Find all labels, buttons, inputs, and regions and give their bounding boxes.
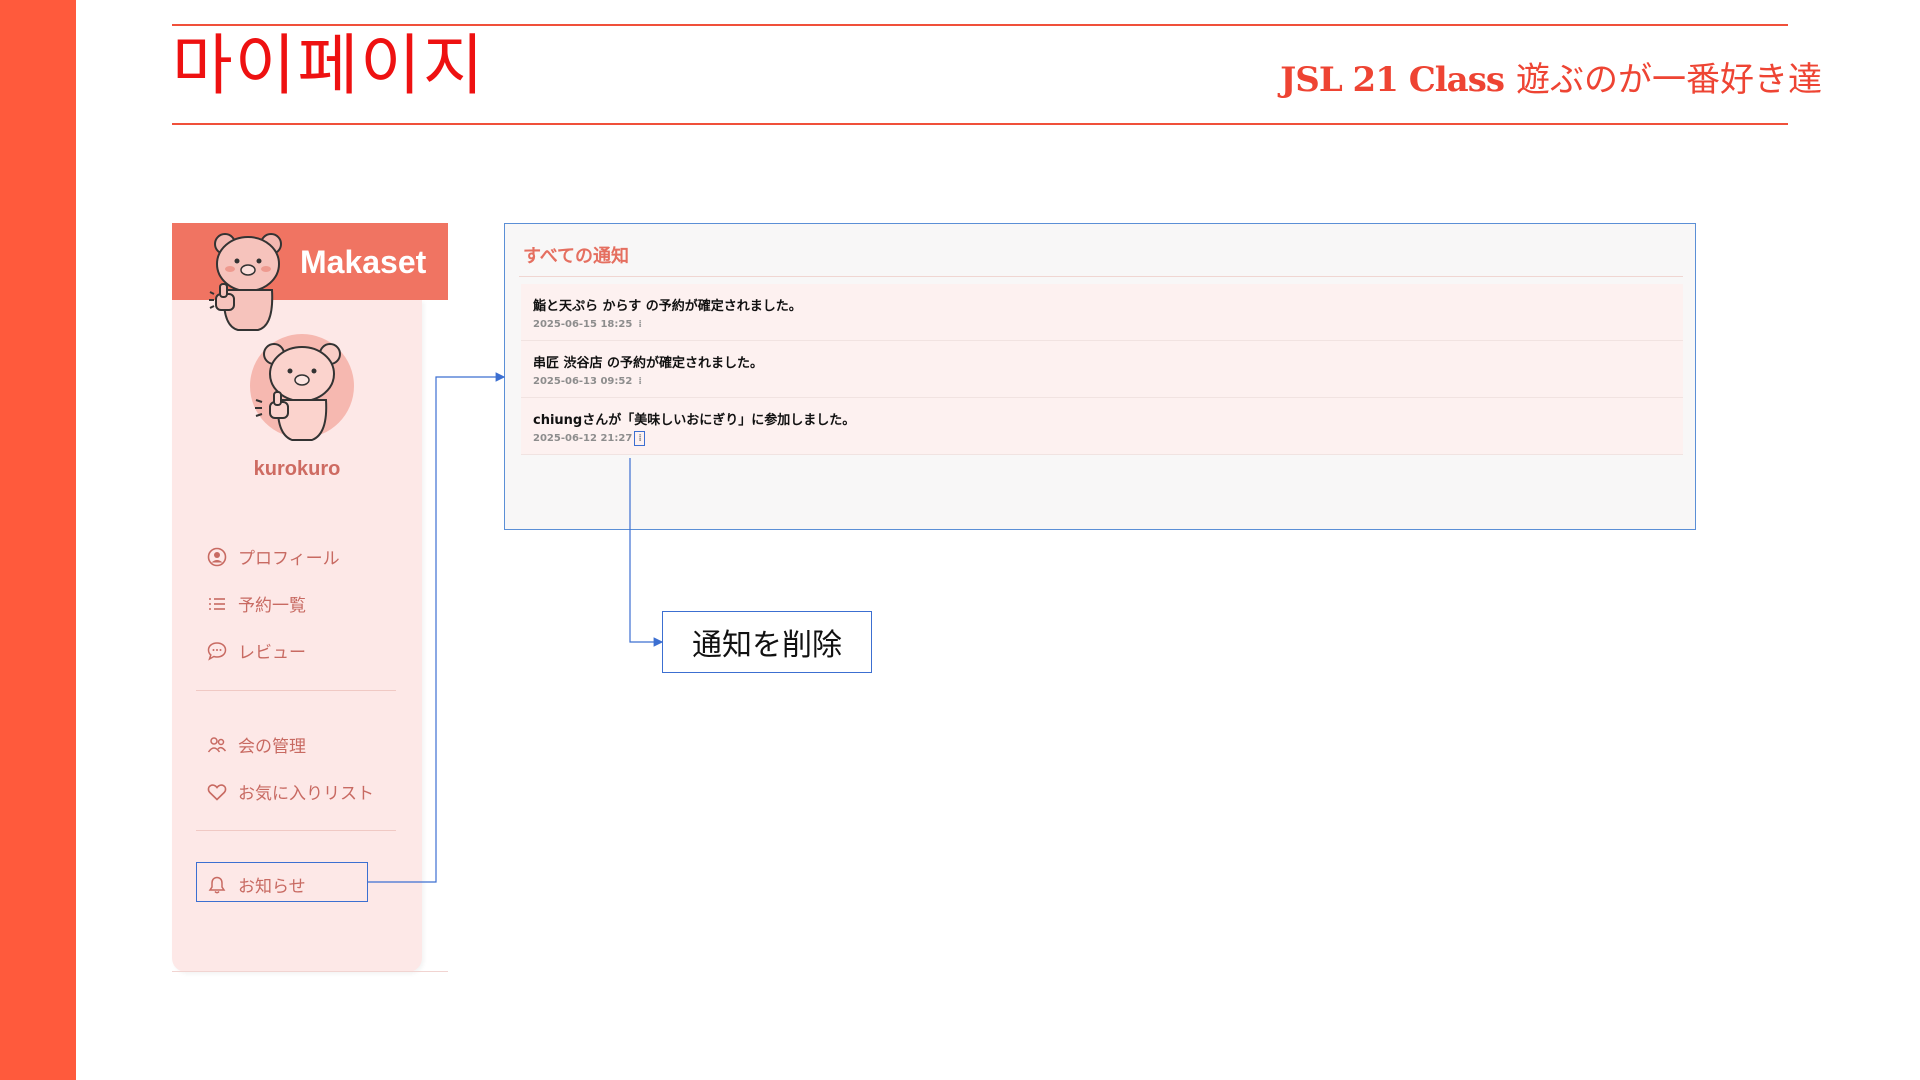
page-title: 마이페이지 <box>172 27 486 104</box>
class-subtitle: 遊ぶのが一番好き達 <box>1516 60 1822 100</box>
menu-item-notifications[interactable]: お知らせ <box>206 872 306 897</box>
notification-item[interactable]: chiungさんが「美味しいおにぎり」に参加しました。 2025-06-12 2… <box>521 398 1683 455</box>
username: kurokuro <box>253 458 341 480</box>
menu-divider <box>196 830 396 831</box>
class-name: JSL 21 Class <box>1280 60 1505 100</box>
heart-icon <box>206 781 228 803</box>
menu-item-label: お知らせ <box>238 877 306 897</box>
notifications-title: すべての通知 <box>523 246 630 267</box>
menu-item-label: 予約一覧 <box>238 596 306 616</box>
menu-item-profile[interactable]: プロフィール <box>206 544 340 569</box>
notifications-list: 鮨と天ぷら からす の予約が確定されました。 2025-06-15 18:25 … <box>521 284 1683 455</box>
menu-item-label: プロフィール <box>238 549 340 569</box>
notification-time-row: 2025-06-13 09:52 ⁞ <box>533 376 1671 387</box>
notification-time: 2025-06-12 21:27 <box>533 433 633 444</box>
menu-item-reviews[interactable]: レビュー <box>206 638 306 663</box>
notification-time-row: 2025-06-15 18:25 ⁞ <box>533 319 1671 330</box>
kebab-menu-icon[interactable]: ⁞ <box>636 376 643 387</box>
menu-item-label: 会の管理 <box>238 737 306 757</box>
class-title: JSL 21 Class 遊ぶのが一番好き達 <box>1280 52 1822 101</box>
kebab-menu-icon[interactable]: ⁞ <box>636 319 643 330</box>
notification-message: chiungさんが「美味しいおにぎり」に参加しました。 <box>533 413 856 428</box>
menu-item-label: お気に入りリスト <box>238 784 374 804</box>
notification-time: 2025-06-13 09:52 <box>533 376 633 387</box>
brand-name[interactable]: Makaset <box>300 244 426 281</box>
menu-item-label: レビュー <box>238 643 306 663</box>
notification-message: 鮨と天ぷら からす の予約が確定されました。 <box>533 299 802 314</box>
delete-menu-icon[interactable]: ⁞ <box>634 431 646 446</box>
bell-icon <box>206 874 228 896</box>
header-bottom-rule <box>172 123 1788 125</box>
delete-notification-callout: 通知を削除 <box>662 611 872 673</box>
menu-item-group-management[interactable]: 会の管理 <box>206 732 306 757</box>
menu-item-favorites[interactable]: お気に入りリスト <box>206 779 374 804</box>
avatar <box>250 334 354 441</box>
notification-item[interactable]: 串匠 渋谷店 の予約が確定されました。 2025-06-13 09:52 ⁞ <box>521 341 1683 398</box>
group-icon <box>206 734 228 756</box>
left-accent-bar <box>0 0 76 1080</box>
header-top-rule <box>172 24 1788 26</box>
user-circle-icon <box>206 546 228 568</box>
notification-time: 2025-06-15 18:25 <box>533 319 633 330</box>
notification-message: 串匠 渋谷店 の予約が確定されました。 <box>533 356 764 371</box>
menu-item-reservations[interactable]: 予約一覧 <box>206 591 306 616</box>
menu-divider <box>196 690 396 691</box>
notification-item[interactable]: 鮨と天ぷら からす の予約が確定されました。 2025-06-15 18:25 … <box>521 284 1683 341</box>
notifications-title-rule <box>519 276 1683 277</box>
notification-time-row: 2025-06-12 21:27 ⁞ <box>533 431 1671 446</box>
chat-bubble-icon <box>206 640 228 662</box>
list-icon <box>206 593 228 615</box>
sidebar-bottom-line <box>172 971 448 972</box>
bear-thumbs-up-icon <box>209 233 282 331</box>
notifications-panel: すべての通知 鮨と天ぷら からす の予約が確定されました。 2025-06-15… <box>504 223 1696 530</box>
